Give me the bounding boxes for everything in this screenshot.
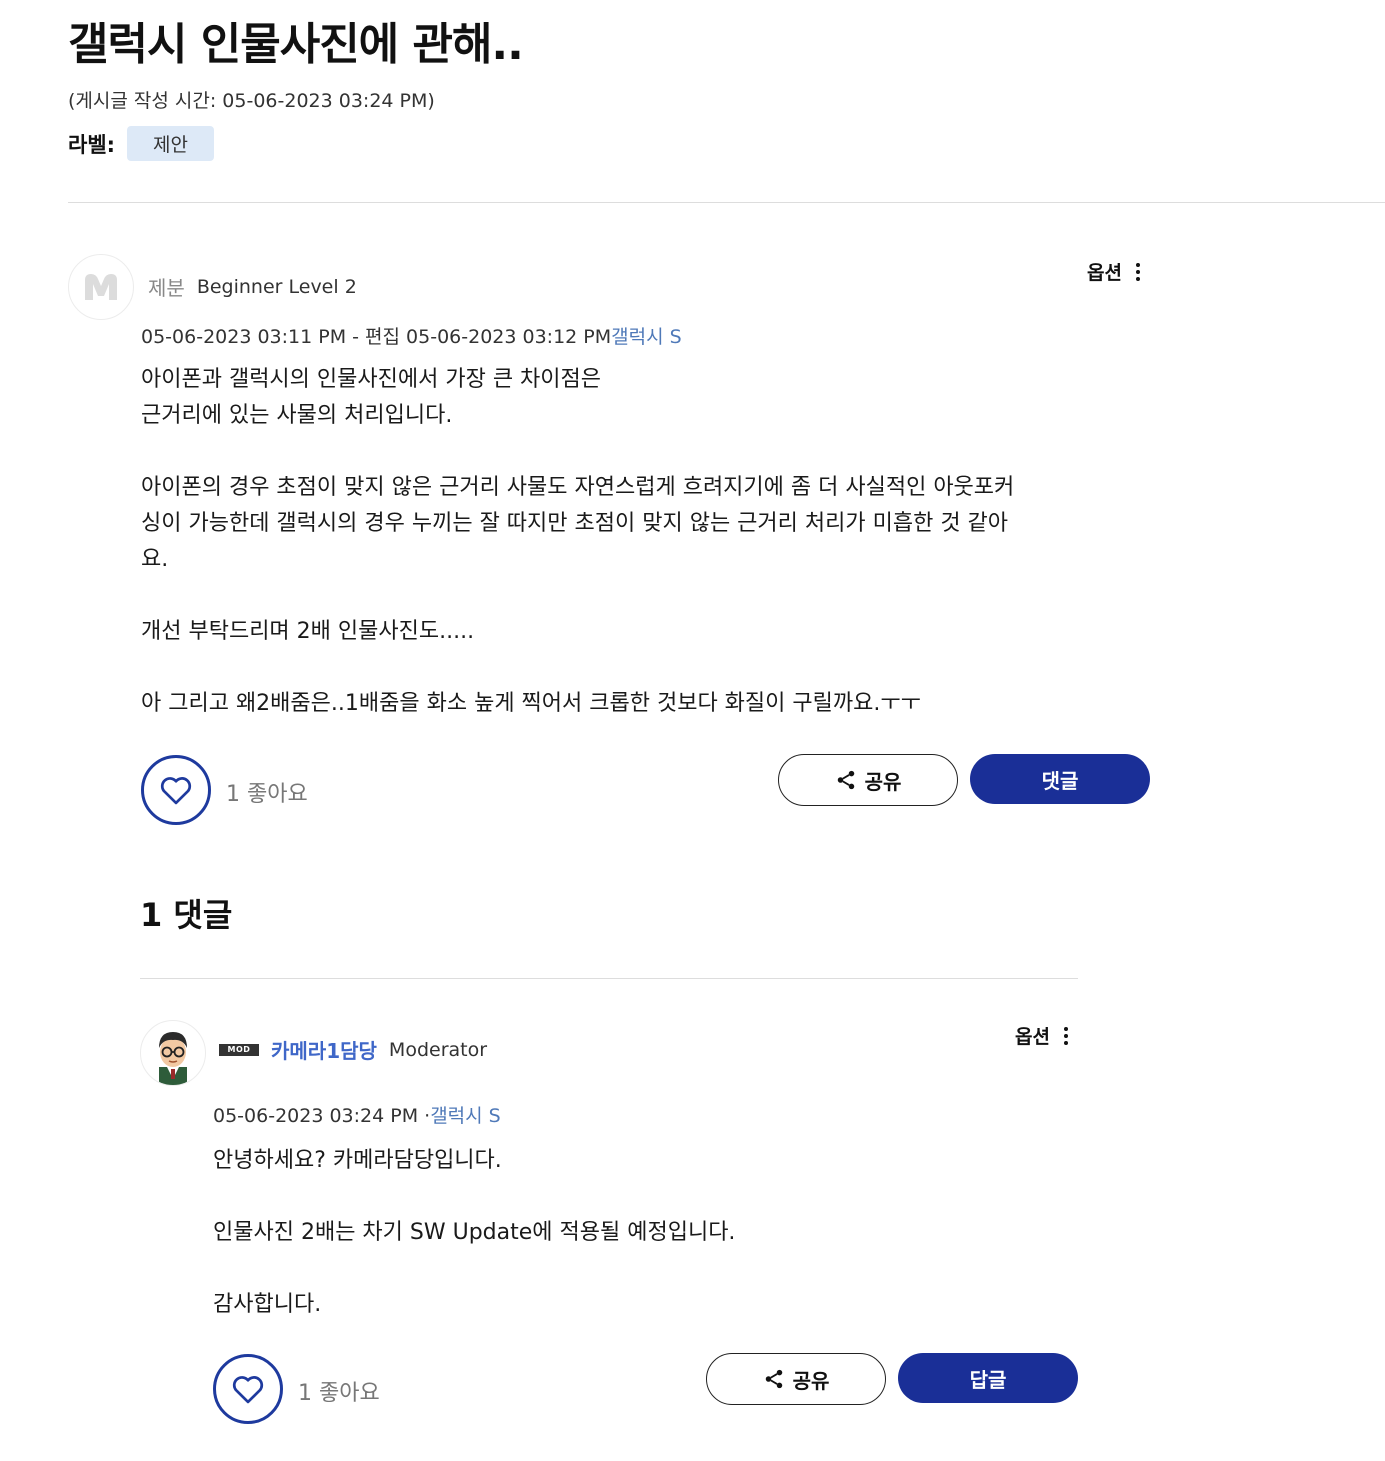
kebab-icon [1135,262,1140,281]
body-line: 인물사진 2배는 차기 SW Update에 적용될 예정입니다. [213,1220,736,1245]
options-menu[interactable]: 옵션 [1015,1022,1068,1049]
labels-key: 라벨: [68,132,116,157]
author-rank: Moderator [388,1038,488,1061]
moderator-badge: MOD [219,1043,259,1056]
body-line: 요. [141,547,169,572]
author-row: 제분 Beginner Level 2 [148,272,357,301]
share-label: 공유 [864,769,902,794]
labels-row: 라벨: 제안 [68,126,215,161]
like-count: 1 좋아요 [226,782,308,807]
reply-label: 답글 [969,1367,1007,1392]
body-line: 감사합니다. [213,1292,322,1317]
message-body: 아이폰과 갤럭시의 인물사진에서 가장 큰 차이점은근거리에 있는 사물의 처리… [141,362,1151,722]
like-button[interactable] [141,755,211,825]
body-line: 아이폰의 경우 초점이 맞지 않은 근거리 사물도 자연스럽게 흐려지기에 좀 … [141,475,1015,500]
options-label: 옵션 [1087,262,1122,284]
options-label: 옵션 [1015,1026,1050,1048]
message-date: 05-06-2023 03:11 PM - 편집 05-06-2023 03:1… [141,326,612,348]
avatar[interactable] [68,254,134,320]
message-meta: 05-06-2023 03:11 PM - 편집 05-06-2023 03:1… [141,322,682,349]
share-button[interactable]: 공유 [778,754,958,806]
m-logo-icon [85,274,117,300]
comments-count-heading: 1 댓글 [140,896,233,934]
comment-label: 댓글 [1041,768,1079,793]
like-count: 1 좋아요 [298,1381,380,1406]
message-date: 05-06-2023 03:24 PM [213,1105,419,1127]
body-line: 아이폰과 갤럭시의 인물사진에서 가장 큰 차이점은 [141,367,602,392]
author-row: MOD 카메라1담당 Moderator [219,1035,487,1064]
body-line: 아 그리고 왜2배줌은..1배줌을 화소 높게 찍어서 크롭한 것보다 화질이 … [141,691,921,716]
divider [140,978,1078,979]
comment-button[interactable]: 댓글 [970,754,1150,804]
body-line: 근거리에 있는 사물의 처리입니다. [141,403,453,428]
message-body: 안녕하세요? 카메라담당입니다. 인물사진 2배는 차기 SW Update에 적… [213,1143,1073,1323]
reply-button[interactable]: 답글 [898,1353,1078,1403]
message-meta: 05-06-2023 03:24 PM ·갤럭시 S [213,1101,501,1128]
body-line: 싱이 가능한데 갤럭시의 경우 누끼는 잘 따지만 초점이 맞지 않는 근거리 … [141,511,1009,536]
share-icon [765,1369,782,1389]
share-icon [837,770,854,790]
heart-icon [232,1376,264,1404]
avatar[interactable] [140,1020,206,1086]
page-title: 갤럭시 인물사진에 관해.. [68,19,524,70]
post-timestamp: (게시글 작성 시간: 05-06-2023 03:24 PM) [68,90,435,112]
heart-icon [160,777,192,805]
device-link[interactable]: 갤럭시 S [430,1105,501,1127]
kebab-icon [1063,1026,1068,1045]
author-name[interactable]: 카메라1담당 [271,1035,377,1064]
share-label: 공유 [792,1368,830,1393]
author-name[interactable]: 제분 [148,272,185,301]
like-button[interactable] [213,1354,283,1424]
share-button[interactable]: 공유 [706,1353,886,1405]
divider [68,202,1385,203]
author-rank: Beginner Level 2 [196,275,357,298]
moderator-avatar-icon [159,1032,187,1085]
body-line: 개선 부탁드리며 2배 인물사진도..... [141,619,475,644]
body-line: 안녕하세요? 카메라담당입니다. [213,1148,502,1173]
device-link[interactable]: 갤럭시 S [611,326,682,348]
options-menu[interactable]: 옵션 [1087,258,1140,285]
label-chip[interactable]: 제안 [127,126,215,161]
